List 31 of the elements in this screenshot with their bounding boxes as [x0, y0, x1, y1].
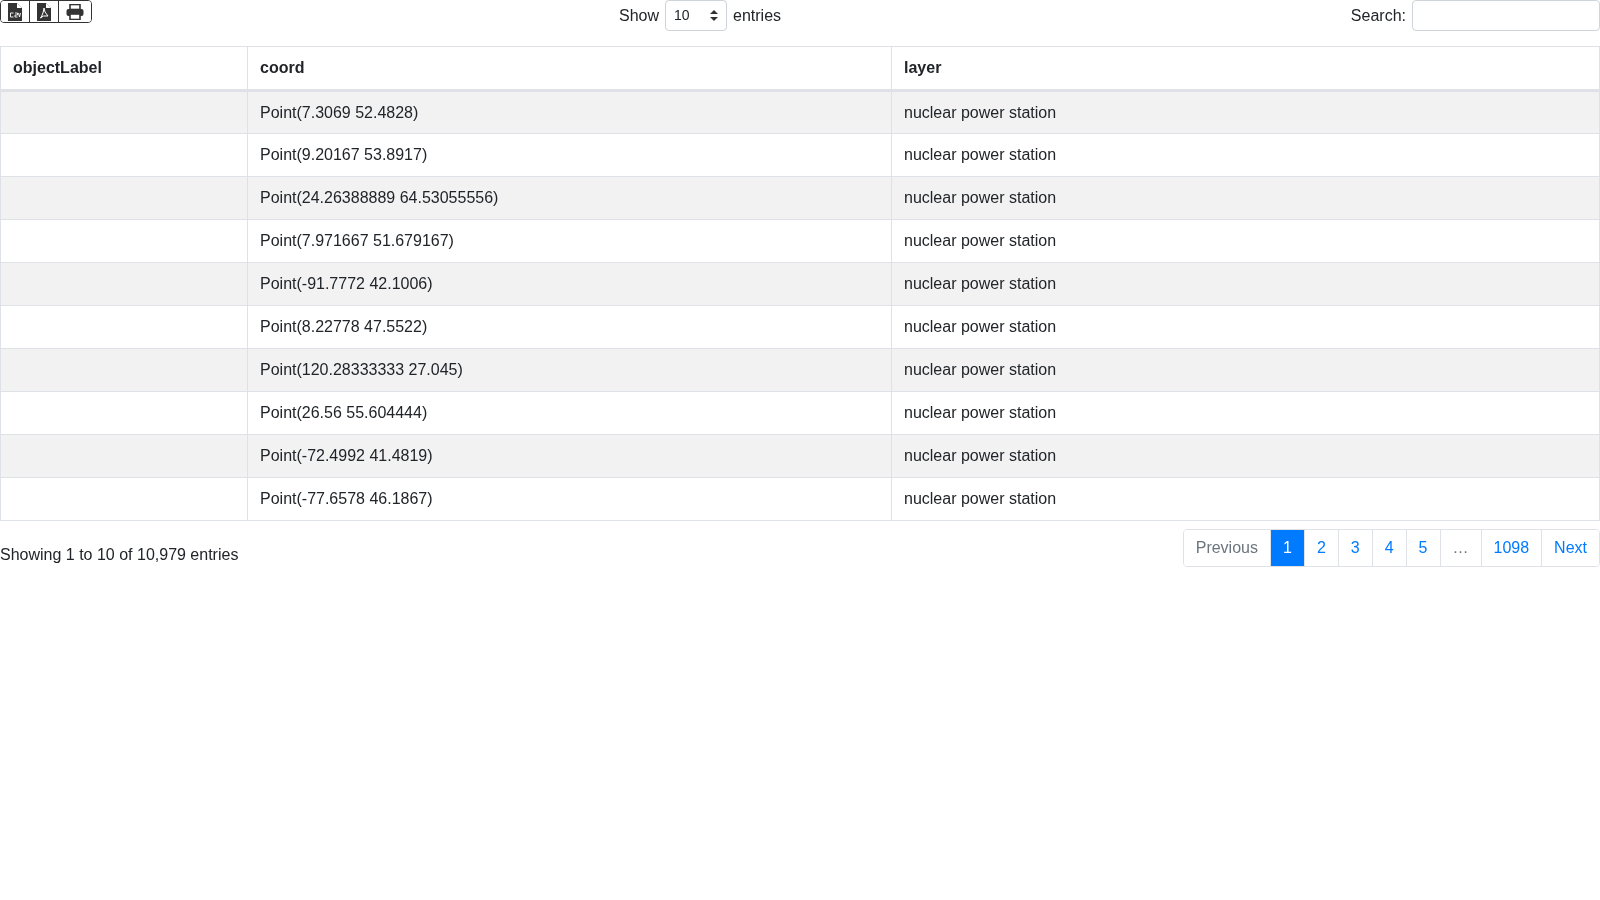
page-link[interactable]: 1 [1269, 530, 1304, 566]
table-cell: Point(-91.7772 42.1006) [247, 262, 892, 306]
export-button[interactable] [58, 1, 91, 22]
table-cell: nuclear power station [891, 434, 1600, 478]
search-label: Search: [1350, 5, 1406, 26]
page-link[interactable]: Next [1541, 530, 1599, 566]
search-field[interactable] [1412, 0, 1600, 31]
table-cell: Point(7.971667 51.679167) [247, 219, 892, 263]
table-info: Showing 1 to 10 of 10,979 entries [0, 545, 239, 565]
table-cell: nuclear power station [891, 133, 1600, 177]
table-cell: nuclear power station [891, 305, 1600, 349]
show-label: Show [619, 5, 660, 26]
sort-caret-icon [710, 10, 719, 21]
table-cell: nuclear power station [891, 176, 1600, 220]
table-cell: nuclear power station [891, 90, 1600, 134]
table-cell: nuclear power station [891, 262, 1600, 306]
entries-select[interactable]: 10 [665, 0, 728, 31]
table-cell: nuclear power station [891, 219, 1600, 263]
table-cell: nuclear power station [891, 477, 1600, 521]
table-cell: Point(9.20167 53.8917) [247, 133, 892, 177]
entries-label: entries [733, 5, 782, 26]
table-cell: Point(-77.6578 46.1867) [247, 477, 892, 521]
printer-icon [66, 3, 84, 20]
table-cell: nuclear power station [891, 391, 1600, 435]
table-cell: Point(8.22778 47.5522) [247, 305, 892, 349]
table-cell: Point(7.3069 52.4828) [247, 90, 892, 134]
table-cell: Point(24.26388889 64.53055556) [247, 176, 892, 220]
table-cell: nuclear power station [891, 348, 1600, 392]
table-cell: Point(-72.4992 41.4819) [247, 434, 892, 478]
table-cell: Point(120.28333333 27.045) [247, 348, 892, 392]
table-cell: Point(26.56 55.604444) [247, 391, 892, 435]
